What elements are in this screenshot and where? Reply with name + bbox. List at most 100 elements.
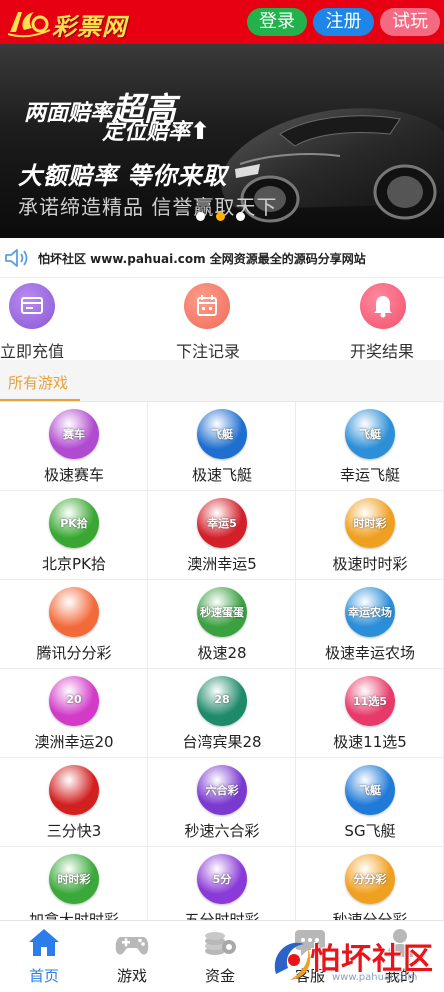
trial-button[interactable]: 试玩: [380, 8, 440, 36]
game-logo-tag: 时时彩: [57, 873, 91, 886]
quick-bet-records-label: 下注记录: [176, 342, 241, 361]
login-button[interactable]: 登录: [247, 8, 307, 36]
game-name: 幸运飞艇: [339, 466, 400, 484]
game-name: SG飞艇: [344, 822, 396, 840]
game-tile[interactable]: 飞艇 幸运飞艇: [296, 402, 444, 491]
site-logo[interactable]: 彩票网: [6, 4, 132, 41]
game-name: 五分时时彩: [184, 911, 260, 920]
game-logo-icon: 赛车: [49, 409, 99, 459]
game-tile[interactable]: 20 澳洲幸运20: [0, 669, 148, 758]
game-tile[interactable]: 飞艇 SG飞艇: [296, 758, 444, 847]
top-header: 彩票网 登录 注册 试玩: [0, 0, 444, 44]
game-tile[interactable]: 时时彩 加拿大时时彩: [0, 847, 148, 920]
nav-games[interactable]: 游戏: [88, 921, 176, 992]
game-logo-icon: [49, 765, 99, 815]
game-logo-icon: 时时彩: [345, 498, 395, 548]
game-logo-tag: 5分: [212, 873, 232, 886]
game-name: 澳洲幸运5: [187, 555, 257, 573]
banner-line-2: 定位赔率⬆: [102, 114, 210, 146]
watermark: 怕坏社区 www.pahuai.com: [270, 932, 442, 988]
quick-recharge[interactable]: 立即充值: [0, 278, 150, 361]
notice-text[interactable]: 怕坏社区 www.pahuai.com 全网资源最全的源码分享网站: [38, 250, 366, 267]
banner-line-2-text: 定位赔率: [102, 120, 191, 145]
game-logo-icon: 幸运5: [197, 498, 247, 548]
game-tile[interactable]: 赛车 极速赛车: [0, 402, 148, 491]
game-tile[interactable]: 秒速蛋蛋极速28: [148, 580, 296, 669]
gamepad-icon: [115, 937, 149, 955]
game-logo-icon: 5分: [197, 854, 247, 904]
game-logo-tag: 六合彩: [205, 784, 239, 797]
nav-funds-label: 资金: [204, 967, 235, 985]
game-tile[interactable]: 5分五分时时彩: [148, 847, 296, 920]
logo-glyph-icon: [7, 12, 51, 38]
game-logo-icon: 飞艇: [197, 409, 247, 459]
quick-draw-results-label: 开奖结果: [350, 342, 415, 361]
register-button[interactable]: 注册: [313, 8, 374, 36]
coins-icon: [205, 932, 236, 955]
game-name: 加拿大时时彩: [28, 911, 119, 920]
banner-line-3: 大额赔率 等你来取: [18, 162, 228, 190]
game-tile[interactable]: PK拾北京PK拾: [0, 491, 148, 580]
game-logo-icon: PK拾: [49, 498, 99, 548]
carousel-dots: [196, 212, 248, 222]
game-logo-icon: 时时彩: [49, 854, 99, 904]
game-logo-tag: 飞艇: [359, 428, 381, 441]
game-tile[interactable]: 28 台湾宾果28: [148, 669, 296, 758]
game-logo-tag: 20: [66, 693, 82, 706]
nav-home-label: 首页: [28, 967, 59, 985]
game-logo-icon: 秒速蛋蛋: [197, 587, 247, 637]
carousel-dot-active[interactable]: [216, 212, 225, 221]
game-tile[interactable]: 六合彩 秒速六合彩: [148, 758, 296, 847]
game-logo-icon: 飞艇: [345, 409, 395, 459]
game-name: 极速11选5: [333, 733, 407, 751]
game-logo-tag: 赛车: [63, 428, 85, 441]
game-tile[interactable]: 11选5 极速11选5: [296, 669, 444, 758]
nav-home[interactable]: 首页: [0, 921, 88, 992]
game-tile[interactable]: 时时彩 极速时时彩: [296, 491, 444, 580]
game-tile[interactable]: 幸运5 澳洲幸运5: [148, 491, 296, 580]
game-logo-tag: 11选5: [353, 695, 387, 708]
game-tile[interactable]: 分分彩 秒速分分彩: [296, 847, 444, 920]
calendar-icon: [184, 283, 230, 329]
game-name: 极速赛车: [43, 466, 104, 484]
nav-funds[interactable]: 资金: [176, 921, 264, 992]
game-logo-icon: [49, 587, 99, 637]
game-logo-tag: 飞艇: [359, 784, 381, 797]
game-logo-icon: 分分彩: [345, 854, 395, 904]
game-name: 秒速分分彩: [332, 911, 408, 920]
game-name: 极速28: [197, 644, 247, 662]
game-logo-icon: 11选5: [345, 676, 395, 726]
game-logo-tag: 幸运农场: [348, 606, 392, 619]
logo-text: 彩票网: [52, 13, 127, 41]
banner-line-1a: 两面赔率: [24, 101, 113, 126]
game-logo-icon: 六合彩: [197, 765, 247, 815]
game-name: 极速幸运农场: [324, 644, 415, 662]
game-tile[interactable]: 三分快3: [0, 758, 148, 847]
carousel-dot[interactable]: [236, 212, 245, 221]
game-tile[interactable]: 腾讯分分彩: [0, 580, 148, 669]
game-logo-icon: 幸运农场: [345, 587, 395, 637]
game-logo-tag: 分分彩: [353, 873, 387, 886]
up-arrow-icon: ⬆: [190, 117, 211, 145]
notice-bar: 怕坏社区 www.pahuai.com 全网资源最全的源码分享网站: [0, 238, 444, 278]
game-name: 北京PK拾: [42, 555, 106, 573]
promo-banner[interactable]: 两面赔率超高 定位赔率⬆ 大额赔率 等你来取 承诺缔造精品 信誉赢取天下: [0, 44, 444, 238]
game-tile[interactable]: 幸运农场极速幸运农场: [296, 580, 444, 669]
bell-icon: [360, 283, 406, 329]
game-logo-tag: 时时彩: [353, 517, 387, 530]
speaker-icon: [5, 249, 28, 267]
quick-bet-records[interactable]: 下注记录: [176, 278, 326, 361]
game-logo-icon: 飞艇: [345, 765, 395, 815]
game-tile[interactable]: 飞艇 极速飞艇: [148, 402, 296, 491]
game-name: 澳洲幸运20: [34, 733, 114, 751]
games-grid: 赛车 极速赛车 飞艇 极速飞艇 飞艇 幸运飞艇 PK拾 北京PK拾 幸运5 澳洲幸运5 时时彩 极速时…: [0, 402, 444, 920]
carousel-dot[interactable]: [196, 212, 205, 221]
tab-all-games[interactable]: 所有游戏: [8, 372, 68, 393]
game-name: 极速时时彩: [332, 555, 408, 573]
quick-draw-results[interactable]: 开奖结果: [350, 278, 444, 361]
quick-actions: 立即充值 下注记录 开奖结果: [0, 278, 444, 361]
game-name: 秒速六合彩: [184, 822, 260, 840]
home-icon: [29, 929, 59, 956]
tab-underline: [0, 399, 80, 401]
game-logo-tag: 28: [214, 693, 230, 706]
